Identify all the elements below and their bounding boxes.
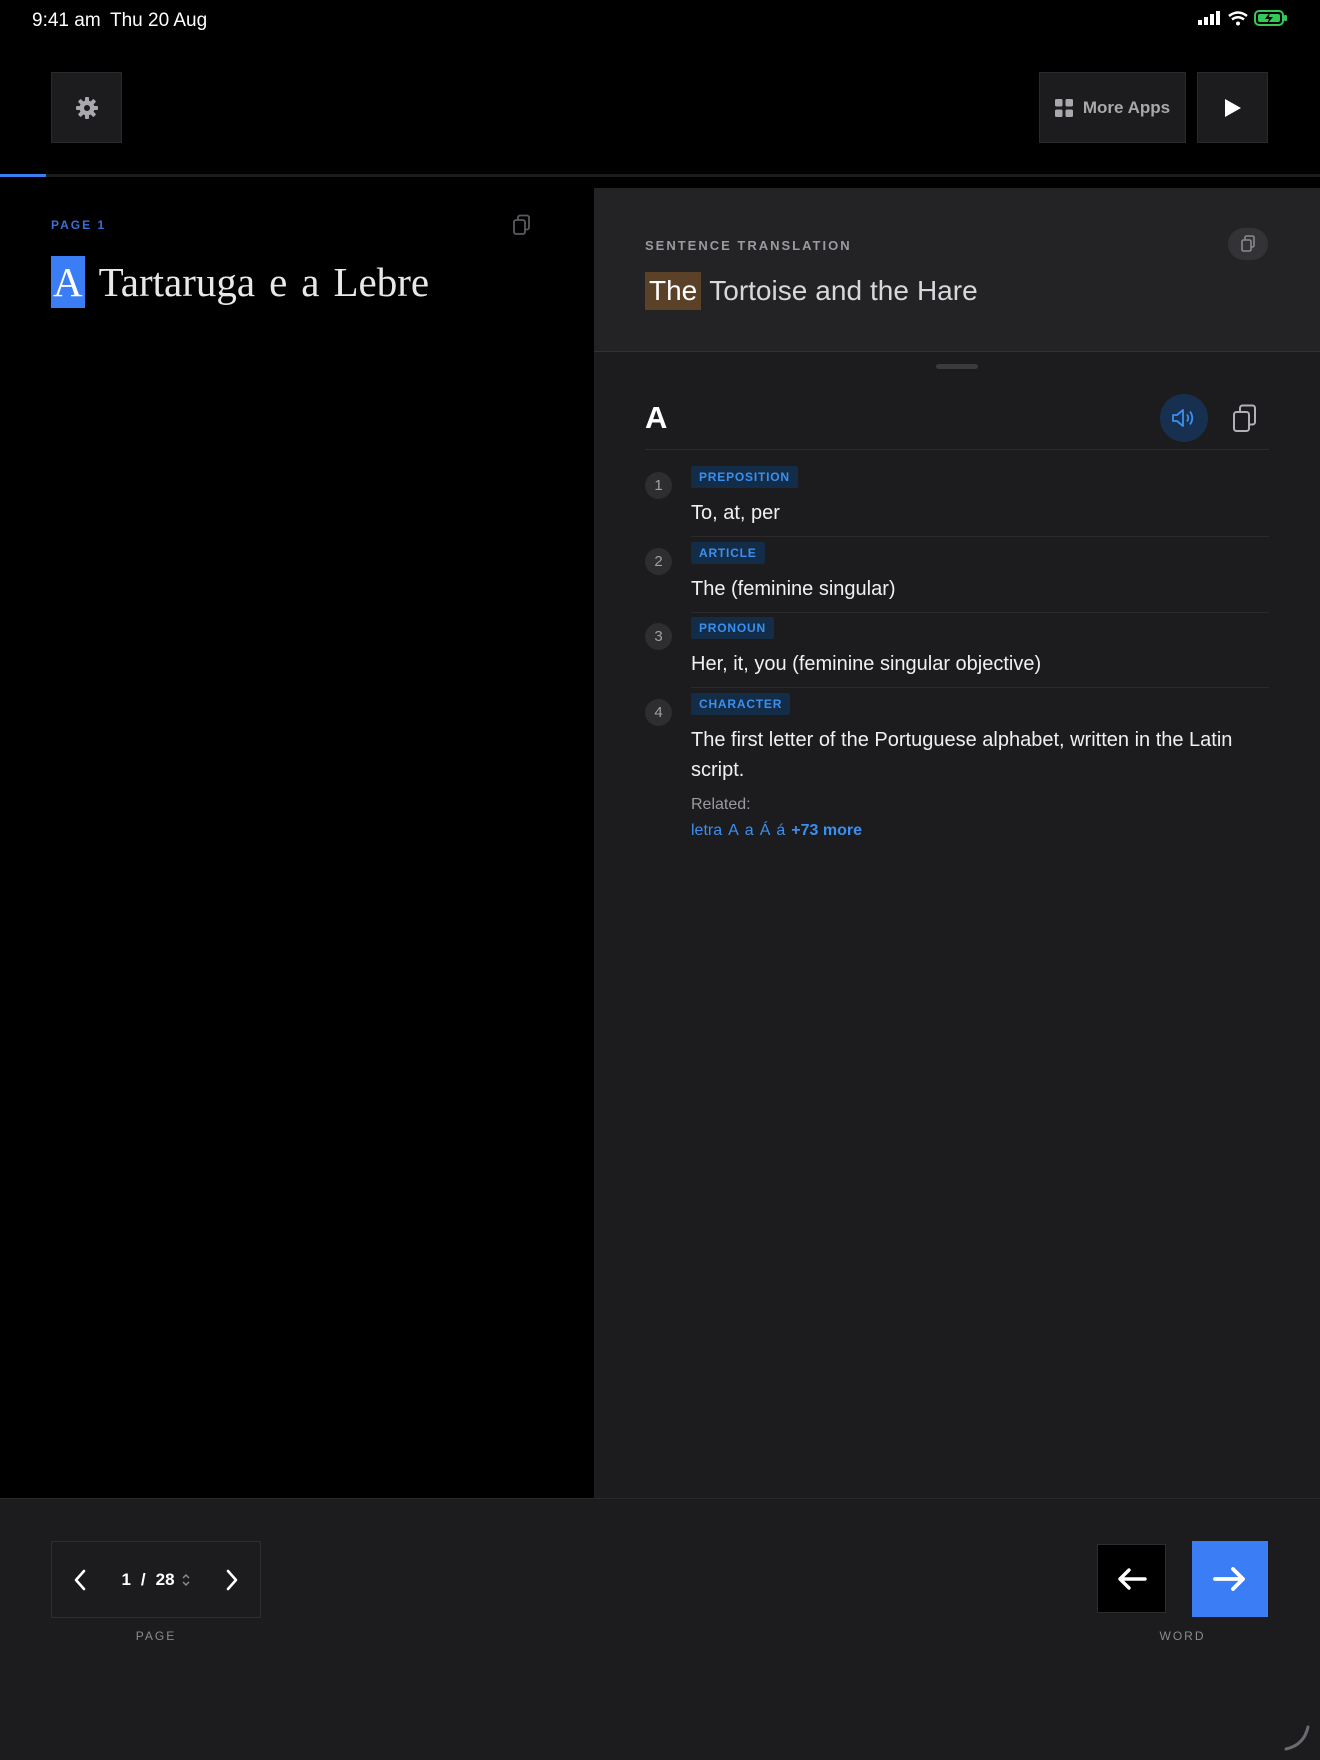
dictionary-pane: SENTENCE TRANSLATION The Tortoise and the Ha… (594, 188, 1320, 1498)
related-word-link[interactable]: á (776, 822, 785, 839)
page-label: PAGE 1 (51, 218, 107, 232)
sense-definition: Her, it, you (feminine singular objectiv… (691, 653, 1042, 675)
sense-number: 4 (645, 699, 672, 726)
status-icons (1198, 10, 1288, 26)
grid-icon (1054, 98, 1073, 117)
part-of-speech-badge: CHARACTER (691, 693, 791, 715)
resize-grip-icon (1284, 1725, 1310, 1751)
previous-page-button[interactable] (52, 1541, 108, 1618)
copy-icon (1233, 404, 1256, 432)
play-icon (1224, 98, 1241, 117)
source-sentence: A Tartaruga e a Lebre (51, 256, 443, 308)
related-label: Related: (691, 796, 751, 813)
arrow-right-icon (1213, 1567, 1245, 1591)
source-word[interactable]: A (51, 256, 85, 308)
sense-number: 3 (645, 623, 672, 650)
reading-progress-fill (0, 174, 47, 177)
battery-charging-icon (1254, 10, 1287, 26)
next-page-button[interactable] (204, 1541, 260, 1618)
play-button[interactable] (1197, 72, 1268, 143)
wifi-icon (1228, 10, 1248, 25)
previous-word-button[interactable] (1097, 1544, 1166, 1613)
settings-button[interactable] (51, 72, 122, 143)
translation-word: Hare (916, 275, 978, 306)
panel-resize-handle[interactable] (936, 364, 978, 369)
more-apps-label: More Apps (1082, 97, 1171, 117)
chevron-right-icon (226, 1569, 238, 1590)
copy-translation-button[interactable] (1228, 228, 1268, 260)
entry-divider (645, 449, 1269, 450)
page-pager: 1 / 28 (51, 1541, 261, 1618)
part-of-speech-badge: PRONOUN (691, 617, 774, 639)
sense-divider (691, 687, 1269, 688)
current-page: 1 (121, 1569, 131, 1589)
entry-headword: A (645, 400, 668, 435)
sentence-translation-panel: SENTENCE TRANSLATION The Tortoise and the Ha… (594, 188, 1320, 352)
related-word-link[interactable]: a (745, 822, 754, 839)
source-word[interactable]: a (301, 256, 319, 308)
source-word[interactable]: Tartaruga (99, 256, 255, 308)
translation-sentence: The Tortoise and the Hare (645, 272, 986, 310)
copy-page-button[interactable] (512, 214, 532, 236)
gear-icon (75, 96, 98, 119)
copy-icon (513, 214, 530, 235)
translation-label: SENTENCE TRANSLATION (645, 238, 852, 253)
related-word-link[interactable]: Á (760, 822, 771, 839)
page-separator: / (140, 1569, 146, 1589)
next-word-button[interactable] (1192, 1541, 1268, 1617)
related-words: letra Aa Áá +73 more (691, 822, 868, 840)
source-word[interactable]: e (269, 256, 287, 308)
cellular-signal-icon (1198, 11, 1220, 25)
part-of-speech-badge: ARTICLE (691, 542, 765, 564)
translation-word: and (815, 275, 863, 306)
sense-definition: To, at, per (691, 502, 780, 524)
chevron-left-icon (74, 1569, 86, 1590)
speaker-icon (1172, 409, 1194, 427)
bottom-bar: 1 / 28 PAGE WORD (0, 1498, 1320, 1760)
source-pane: PAGE 1 A Tartaruga e a Lebre (0, 188, 594, 1498)
related-word-link[interactable]: letra (691, 822, 722, 839)
page-selector[interactable]: 1 / 28 (108, 1570, 204, 1590)
arrow-left-icon (1117, 1567, 1147, 1590)
status-bar: 9:41 am Thu 20 Aug (0, 0, 1320, 40)
sense-number: 2 (645, 548, 672, 575)
sense-divider (691, 612, 1269, 613)
copy-icon (1241, 235, 1255, 252)
sense-number: 1 (645, 472, 672, 499)
translation-word: the (870, 275, 909, 306)
sense-definition: The (feminine singular) (691, 578, 896, 600)
more-apps-button[interactable]: More Apps (1039, 72, 1186, 143)
total-pages: 28 (155, 1569, 175, 1589)
related-more-link[interactable]: +73 more (791, 822, 862, 839)
reading-progress-bar (0, 174, 1320, 177)
related-word-link[interactable]: A (728, 822, 739, 839)
chevron-up-down-icon (182, 1573, 190, 1586)
source-word[interactable]: Lebre (334, 256, 430, 308)
translation-word: The (645, 272, 702, 310)
pronounce-button[interactable] (1160, 394, 1208, 442)
status-time: 9:41 am (32, 10, 101, 31)
copy-entry-button[interactable] (1230, 402, 1260, 436)
word-caption: WORD (1159, 1629, 1206, 1643)
status-date: Thu 20 Aug (110, 10, 208, 31)
page-caption: PAGE (135, 1629, 177, 1643)
translation-word: Tortoise (709, 275, 808, 306)
part-of-speech-badge: PREPOSITION (691, 466, 798, 488)
sense-divider (691, 536, 1269, 537)
sense-definition: The first letter of the Portuguese alpha… (691, 729, 1233, 781)
